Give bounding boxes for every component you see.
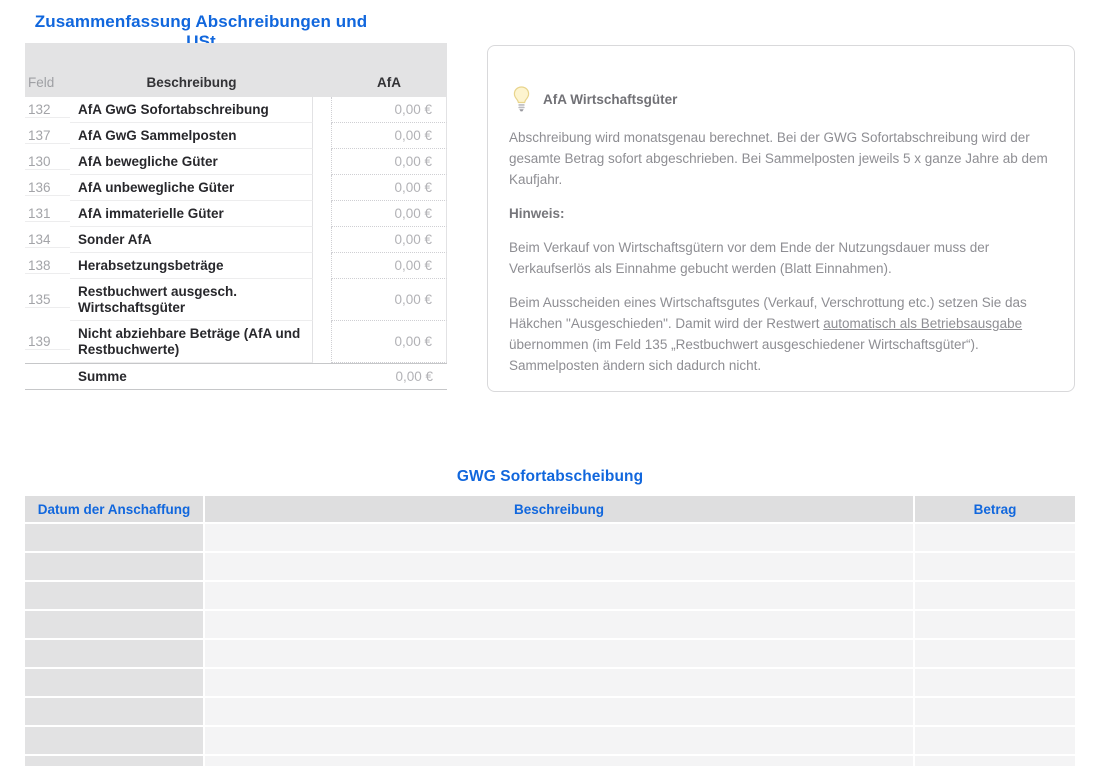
- row-description: Herabsetzungsbeträge: [70, 253, 313, 279]
- datum-cell[interactable]: [25, 756, 203, 766]
- summe-row: Summe 0,00 €: [25, 363, 447, 390]
- betrag-cell[interactable]: [915, 756, 1075, 766]
- row-description: AfA bewegliche Güter: [70, 149, 313, 175]
- afa-value-cell[interactable]: 0,00 €: [331, 175, 447, 201]
- gwg-section-title: GWG Sofortabscheibung: [25, 468, 1075, 486]
- field-number: 132: [25, 102, 70, 118]
- beschreibung-cell[interactable]: [205, 669, 913, 696]
- table-row: 136 AfA unbewegliche Güter 0,00 €: [25, 175, 447, 201]
- table-row: 132 AfA GwG Sofortabschreibung 0,00 €: [25, 97, 447, 123]
- info-panel: AfA Wirtschaftsgüter Abschreibung wird m…: [487, 45, 1075, 392]
- table-row: 139 Nicht abziehbare Beträge (AfA und Re…: [25, 321, 447, 363]
- column-header-feld: Feld: [25, 75, 70, 97]
- summary-table: Feld Beschreibung AfA 132 AfA GwG Sofort…: [25, 43, 447, 390]
- info-hinweis-label: Hinweis:: [509, 203, 1048, 224]
- betrag-cell[interactable]: [915, 640, 1075, 667]
- lightbulb-icon: [513, 86, 530, 113]
- field-number: 137: [25, 128, 70, 144]
- datum-cell[interactable]: [25, 553, 203, 580]
- info-paragraph-1: Abschreibung wird monatsgenau berechnet.…: [509, 127, 1048, 190]
- gwg-empty-row: [25, 669, 1075, 696]
- datum-cell[interactable]: [25, 640, 203, 667]
- info-paragraph-3: Beim Ausscheiden eines Wirtschaftsgutes …: [509, 292, 1048, 376]
- info-panel-title: AfA Wirtschaftsgüter: [543, 92, 677, 107]
- betrag-cell[interactable]: [915, 727, 1075, 754]
- datum-cell[interactable]: [25, 582, 203, 609]
- table-row: 135 Restbuchwert ausgesch. Wirtschaftsgü…: [25, 279, 447, 321]
- gwg-empty-row: [25, 727, 1075, 754]
- field-number: 134: [25, 232, 70, 248]
- field-number: 139: [25, 334, 70, 350]
- datum-cell[interactable]: [25, 727, 203, 754]
- row-description: AfA immaterielle Güter: [70, 201, 313, 227]
- table-row: 137 AfA GwG Sammelposten 0,00 €: [25, 123, 447, 149]
- afa-value-cell[interactable]: 0,00 €: [331, 279, 447, 321]
- column-header-afa: AfA: [331, 75, 447, 97]
- afa-value-cell[interactable]: 0,00 €: [331, 201, 447, 227]
- beschreibung-cell[interactable]: [205, 727, 913, 754]
- field-number: 138: [25, 258, 70, 274]
- afa-value-cell[interactable]: 0,00 €: [331, 227, 447, 253]
- row-description: AfA GwG Sofortabschreibung: [70, 97, 313, 123]
- table-row: 131 AfA immaterielle Güter 0,00 €: [25, 201, 447, 227]
- row-description: Sonder AfA: [70, 227, 313, 253]
- gwg-empty-row: [25, 524, 1075, 551]
- beschreibung-cell[interactable]: [205, 756, 913, 766]
- row-description: AfA unbewegliche Güter: [70, 175, 313, 201]
- beschreibung-cell[interactable]: [205, 698, 913, 725]
- summe-label: Summe: [70, 364, 313, 389]
- beschreibung-cell[interactable]: [205, 582, 913, 609]
- beschreibung-cell[interactable]: [205, 640, 913, 667]
- gwg-table-header: Datum der Anschaffung Beschreibung Betra…: [25, 496, 1075, 522]
- betrag-cell[interactable]: [915, 553, 1075, 580]
- afa-value-cell[interactable]: 0,00 €: [331, 321, 447, 363]
- gwg-empty-row: [25, 756, 1075, 766]
- datum-cell[interactable]: [25, 611, 203, 638]
- afa-value-cell[interactable]: 0,00 €: [331, 97, 447, 123]
- row-description: Restbuchwert ausgesch. Wirtschaftsgüter: [70, 279, 313, 321]
- row-description: Nicht abziehbare Beträge (AfA und Restbu…: [70, 321, 313, 363]
- field-number: 131: [25, 206, 70, 222]
- gwg-empty-row: [25, 553, 1075, 580]
- betrag-cell[interactable]: [915, 669, 1075, 696]
- info-panel-header: AfA Wirtschaftsgüter: [513, 86, 1048, 113]
- betrag-cell[interactable]: [915, 698, 1075, 725]
- afa-value-cell[interactable]: 0,00 €: [331, 253, 447, 279]
- info-paragraph-3-end: übernommen (im Feld 135 „Restbuchwert au…: [509, 337, 979, 373]
- betrag-cell[interactable]: [915, 611, 1075, 638]
- summe-value: 0,00 €: [331, 364, 447, 389]
- gwg-empty-row: [25, 698, 1075, 725]
- datum-cell[interactable]: [25, 524, 203, 551]
- beschreibung-cell[interactable]: [205, 524, 913, 551]
- beschreibung-cell[interactable]: [205, 611, 913, 638]
- betrag-cell[interactable]: [915, 524, 1075, 551]
- column-header-datum: Datum der Anschaffung: [25, 496, 203, 522]
- afa-value-cell[interactable]: 0,00 €: [331, 123, 447, 149]
- info-paragraph-2: Beim Verkauf von Wirtschaftsgütern vor d…: [509, 237, 1048, 279]
- gwg-empty-row: [25, 640, 1075, 667]
- gwg-table: Datum der Anschaffung Beschreibung Betra…: [25, 496, 1075, 766]
- beschreibung-cell[interactable]: [205, 553, 913, 580]
- column-header-beschreibung: Beschreibung: [205, 496, 913, 522]
- table-row: 134 Sonder AfA 0,00 €: [25, 227, 447, 253]
- datum-cell[interactable]: [25, 698, 203, 725]
- table-row: 138 Herabsetzungsbeträge 0,00 €: [25, 253, 447, 279]
- table-row: 130 AfA bewegliche Güter 0,00 €: [25, 149, 447, 175]
- field-number: 130: [25, 154, 70, 170]
- column-header-beschreibung: Beschreibung: [70, 75, 313, 97]
- info-paragraph-3-underlined: automatisch als Betriebsausgabe: [823, 316, 1022, 331]
- sheet-view: Zusammenfassung Abschreibungen und USt F…: [0, 0, 1100, 766]
- row-description: AfA GwG Sammelposten: [70, 123, 313, 149]
- betrag-cell[interactable]: [915, 582, 1075, 609]
- field-number: 136: [25, 180, 70, 196]
- afa-value-cell[interactable]: 0,00 €: [331, 149, 447, 175]
- gwg-empty-row: [25, 611, 1075, 638]
- gwg-empty-row: [25, 582, 1075, 609]
- field-number: 135: [25, 292, 70, 308]
- column-header-betrag: Betrag: [915, 496, 1075, 522]
- summary-table-header: Feld Beschreibung AfA: [25, 43, 447, 97]
- datum-cell[interactable]: [25, 669, 203, 696]
